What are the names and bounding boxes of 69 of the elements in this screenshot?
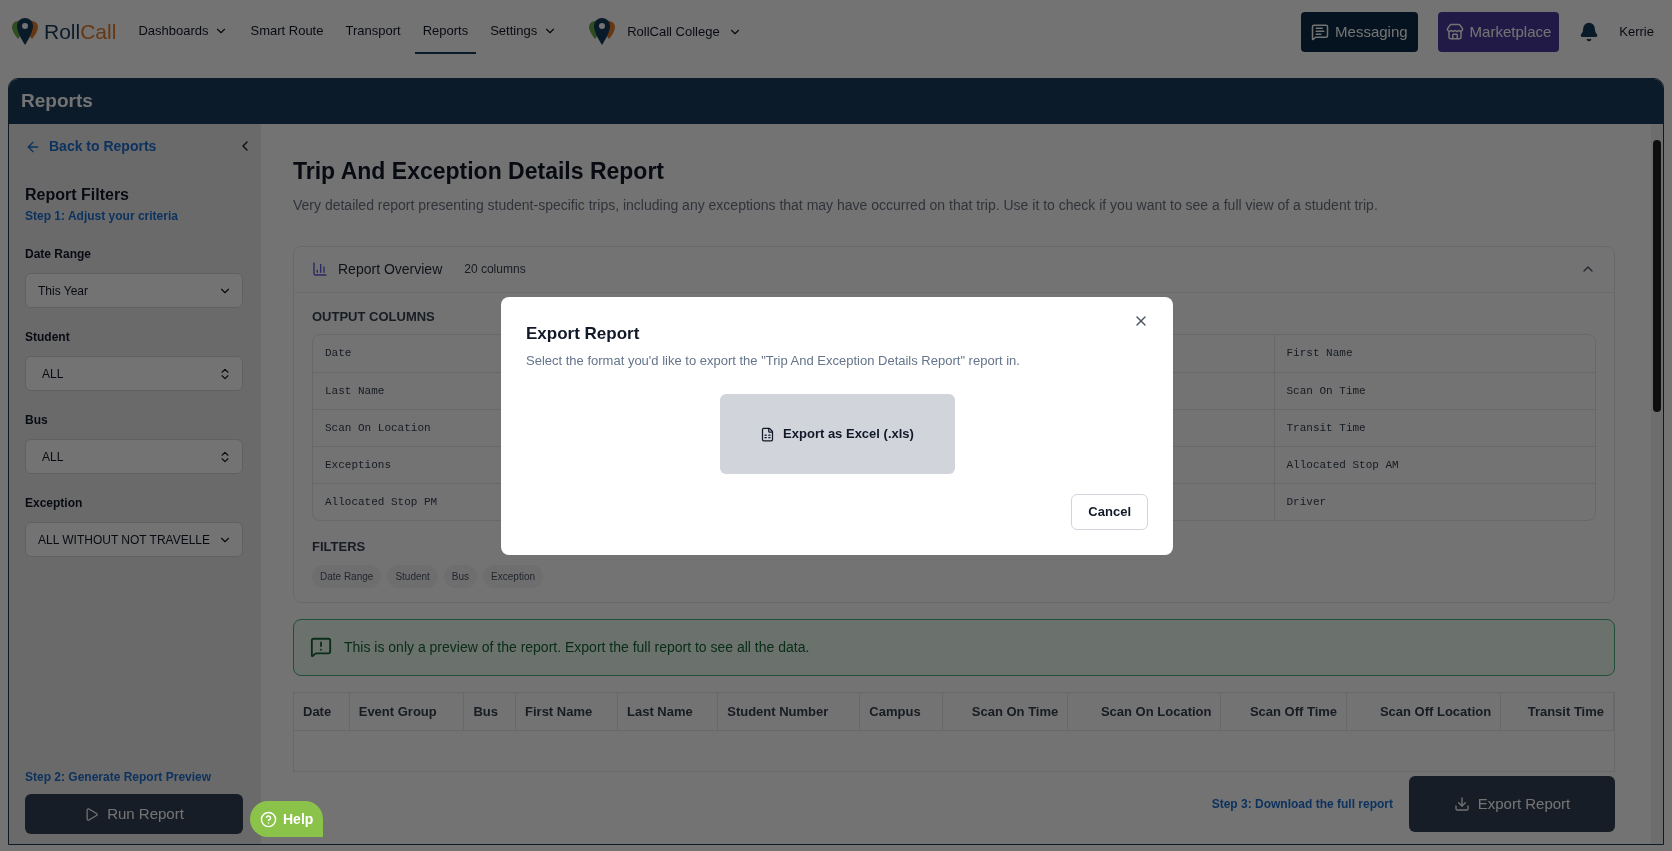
filter-label: Exception <box>25 496 83 510</box>
spreadsheet-file-icon <box>760 426 776 442</box>
section-heading: FILTERS <box>312 538 366 556</box>
nav-item[interactable]: Reports <box>414 10 477 54</box>
column-cell-text: First Name <box>1285 346 1354 362</box>
help-icon <box>260 810 277 828</box>
filters-title: Report Filters <box>25 185 130 205</box>
export-option-button[interactable]: Export as Excel (.xls) <box>719 394 955 474</box>
column-cell: Scan On Time <box>1274 372 1595 409</box>
table-header-cell: Scan Off Time <box>1220 692 1347 731</box>
step-label: Step 2: Generate Report Preview <box>25 769 213 786</box>
report-description: Very detailed report presenting student-specific trips, including any exceptions that may have occurred on that trip. Use it to check if you want to see a full view of a student trip. <box>293 195 1379 215</box>
marketplace-button[interactable]: Marketplace <box>1437 12 1560 52</box>
page-title: Reports <box>21 89 93 114</box>
play-icon <box>84 806 100 822</box>
column-count: 20 columns <box>464 261 526 278</box>
table-header-cell: Bus <box>464 692 516 731</box>
filter-label: Student <box>25 330 70 344</box>
table-header-cell: Scan On Time <box>943 692 1068 731</box>
table-header-cell: Campus <box>859 692 943 731</box>
nav-item[interactable]: Transport <box>337 10 409 54</box>
notification-icon[interactable] <box>1579 22 1600 42</box>
table-header-cell: Date <box>294 692 350 731</box>
logo-icon <box>10 17 40 47</box>
filter-label: Bus <box>25 413 48 427</box>
table-header-cell: Scan On Location <box>1067 692 1221 731</box>
nav-item[interactable]: Dashboards <box>130 10 237 54</box>
brand-name[interactable]: RollCall <box>44 16 117 48</box>
filter-select[interactable]: ALL <box>25 439 243 474</box>
filter-label: Date Range <box>25 247 92 261</box>
filter-tag: Student <box>387 564 438 588</box>
report-title: Trip And Exception Details Report <box>293 157 666 186</box>
filter-tag: Date Range <box>312 564 382 588</box>
table-header-cell: Last Name <box>617 692 718 731</box>
table-header-cell: First Name <box>515 692 618 731</box>
table-header-cell: Transit Time <box>1500 692 1614 731</box>
table-header-cell: Student Number <box>717 692 860 731</box>
export-report-button[interactable]: Export Report <box>1409 776 1615 832</box>
overview-title: Report Overview <box>338 259 443 279</box>
bar-chart-icon <box>312 261 328 277</box>
filter-select[interactable]: ALL <box>25 356 243 391</box>
notice-text: This is only a preview of the report. Export the full report to see all the data. <box>344 637 810 657</box>
column-cell: Transit Time <box>1274 409 1595 446</box>
filter-tag: Exception <box>483 564 543 588</box>
message-icon <box>1311 23 1330 41</box>
notice-icon <box>310 636 332 658</box>
nav-item[interactable]: Settings <box>482 10 566 54</box>
step-label: Step 3: Download the full report <box>1211 796 1393 813</box>
download-icon <box>1453 796 1470 812</box>
scrollbar[interactable] <box>1651 124 1663 844</box>
back-link[interactable]: Back to Reports <box>25 136 245 157</box>
run-report-button[interactable]: Run Report <box>25 794 243 834</box>
logo-icon <box>587 17 618 47</box>
school-selector[interactable]: RollCall College <box>627 22 742 42</box>
column-cell: Allocated Stop AM <box>1274 446 1595 483</box>
user-name[interactable]: Kerrie <box>1619 22 1654 42</box>
messaging-button[interactable]: Messaging <box>1301 12 1418 52</box>
filter-tag: Bus <box>443 564 478 588</box>
help-button[interactable]: Help <box>250 801 324 837</box>
table-header-cell: Event Group <box>349 692 464 731</box>
filter-select[interactable]: This Year <box>25 273 243 308</box>
table-header-cell: Scan Off Location <box>1346 692 1501 731</box>
section-heading: OUTPUT COLUMNS <box>312 307 435 326</box>
nav-item[interactable]: Smart Route <box>242 10 332 54</box>
step-label: Step 1: Adjust your criteria <box>25 208 179 225</box>
cancel-button[interactable]: Cancel <box>1071 494 1148 530</box>
column-cell: Driver <box>1274 483 1595 520</box>
store-icon <box>1445 23 1464 41</box>
filter-select[interactable]: ALL WITHOUT NOT TRAVELLE <box>25 522 243 557</box>
